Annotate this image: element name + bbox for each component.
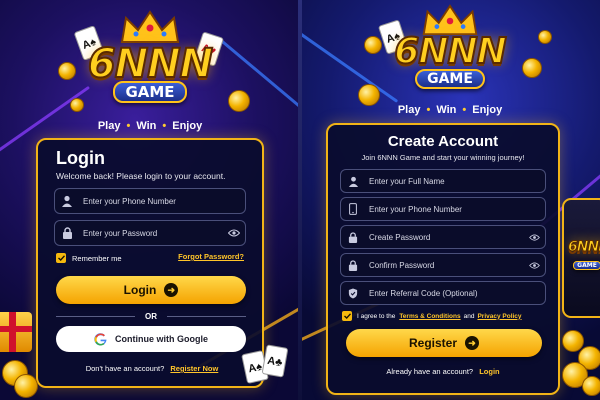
lock-icon (55, 221, 79, 245)
logo-subtext: GAME (113, 81, 187, 103)
arrow-right-icon: ➜ (465, 336, 480, 350)
register-prompt: Don't have an account? Register Now (38, 364, 266, 373)
tagline: Play • Win • Enjoy (97, 120, 203, 132)
check-icon (57, 255, 65, 261)
check-icon (343, 313, 351, 319)
confirm-password-input[interactable]: Confirm Password (340, 253, 546, 277)
register-button-label: Register (408, 336, 458, 350)
register-panel: A♠ 6NNN GAME Play • Win • Enjoy Create Accou… (300, 0, 600, 400)
eye-icon[interactable] (223, 229, 245, 237)
privacy-link[interactable]: Privacy Policy (477, 313, 521, 320)
panel-divider (298, 0, 302, 400)
shield-icon (341, 281, 365, 305)
phone-mockup: 6NNN GAME (562, 198, 600, 318)
phone-input[interactable]: Enter your Phone Number (340, 197, 546, 221)
remember-checkbox[interactable] (56, 253, 66, 263)
login-form: Login Welcome back! Please login to your… (36, 138, 264, 388)
phone-placeholder: Enter your Phone Number (369, 204, 462, 214)
register-subtitle: Join 6NNN Game and start your winning jo… (361, 153, 525, 162)
register-form: Create Account Join 6NNN Game and start … (326, 123, 560, 395)
or-divider: OR (56, 312, 246, 321)
phone-logo-subtext: GAME (573, 261, 600, 270)
terms-link[interactable]: Terms & Conditions (399, 313, 460, 320)
logo-text: 6NNN (87, 41, 214, 87)
or-label: OR (145, 312, 157, 321)
tagline-enjoy: Enjoy (472, 104, 503, 116)
phone-placeholder: Enter your Phone Number (83, 196, 176, 206)
referral-input[interactable]: Enter Referral Code (Optional) (340, 281, 546, 305)
tagline-enjoy: Enjoy (172, 120, 203, 132)
tagline-play: Play (397, 104, 421, 116)
agree-text: I agree to the (357, 312, 396, 320)
lock-icon (341, 225, 365, 249)
agree-checkbox[interactable] (342, 311, 352, 321)
fullname-placeholder: Enter your Full Name (369, 176, 445, 186)
login-button[interactable]: Login ➜ (56, 276, 246, 304)
brand-logo: 6NNN GAME (0, 41, 300, 103)
and-text: and (463, 312, 475, 320)
phone-icon (341, 197, 365, 221)
remember-me-row: Remember me (56, 253, 122, 263)
forgot-password-link[interactable]: Forgot Password? (178, 252, 244, 261)
login-subtitle: Welcome back! Please login to your accou… (56, 171, 226, 181)
register-title: Create Account (387, 133, 499, 150)
phone-logo-text: 6NNN (568, 239, 600, 255)
google-icon (94, 332, 107, 345)
have-account-text: Already have an account? (386, 367, 474, 376)
referral-placeholder: Enter Referral Code (Optional) (369, 288, 478, 298)
create-password-placeholder: Create Password (369, 232, 431, 242)
playing-card-icon: A♣ (261, 344, 289, 378)
brand-logo: 6NNN GAME (300, 31, 600, 89)
login-prompt: Already have an account? Login (328, 367, 558, 376)
phone-input[interactable]: Enter your Phone Number (54, 188, 246, 214)
register-button[interactable]: Register ➜ (346, 329, 542, 357)
fullname-input[interactable]: Enter your Full Name (340, 169, 546, 193)
user-icon (55, 189, 79, 213)
logo-subtext: GAME (415, 69, 485, 89)
password-placeholder: Enter your Password (83, 228, 158, 238)
login-panel: A♠ A♥ 6NNN GAME Play • Win • Enjoy Login Wel… (0, 0, 300, 400)
google-button-label: Continue with Google (115, 334, 208, 344)
user-icon (341, 169, 365, 193)
no-account-text: Don't have an account? (85, 364, 165, 373)
tagline-win: Win (436, 104, 457, 116)
login-title: Login (56, 148, 105, 168)
eye-icon[interactable] (523, 233, 545, 241)
tagline-play: Play (97, 120, 121, 132)
phone-logo: 6NNN GAME (568, 240, 600, 272)
login-button-label: Login (123, 283, 157, 297)
coin-icon (582, 376, 600, 396)
password-input[interactable]: Enter your Password (54, 220, 246, 246)
gift-box-icon (0, 312, 32, 352)
arrow-right-icon: ➜ (164, 283, 179, 297)
register-now-link[interactable]: Register Now (170, 364, 218, 373)
terms-row: I agree to the Terms & Conditions and Pr… (342, 311, 522, 321)
lock-icon (341, 253, 365, 277)
tagline-win: Win (136, 120, 157, 132)
google-login-button[interactable]: Continue with Google (56, 326, 246, 352)
confirm-password-placeholder: Confirm Password (369, 260, 435, 270)
logo-text: 6NNN (393, 31, 507, 72)
login-link[interactable]: Login (479, 367, 499, 376)
remember-label: Remember me (72, 253, 122, 263)
create-password-input[interactable]: Create Password (340, 225, 546, 249)
tagline: Play • Win • Enjoy (397, 104, 503, 116)
eye-icon[interactable] (523, 261, 545, 269)
coin-icon (14, 374, 38, 398)
